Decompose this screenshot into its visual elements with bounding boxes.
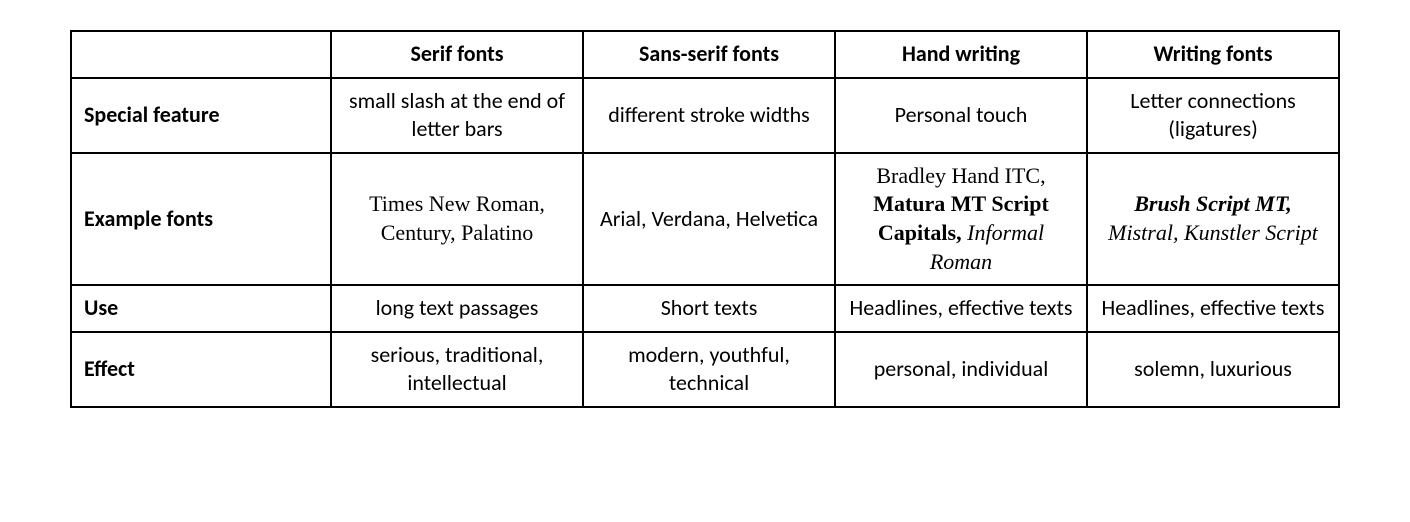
example-font: Mistral: [1108, 220, 1173, 245]
table-corner-cell: [71, 31, 331, 78]
cell-effect-write: solemn, luxurious: [1087, 332, 1339, 407]
cell-use-write: Headlines, effective texts: [1087, 285, 1339, 332]
example-font: Verdana: [651, 205, 725, 232]
example-font: Arial: [600, 205, 641, 232]
example-font: Palatino: [461, 220, 533, 245]
table-row: Special feature small slash at the end o…: [71, 78, 1339, 153]
table-row: Effect serious, traditional, intellectua…: [71, 332, 1339, 407]
document-page: Serif fonts Sans-serif fonts Hand writin…: [0, 0, 1410, 522]
cell-special-hand: Personal touch: [835, 78, 1087, 153]
cell-use-sans: Short texts: [583, 285, 835, 332]
col-header-serif: Serif fonts: [331, 31, 583, 78]
row-label-special-feature: Special feature: [71, 78, 331, 153]
cell-use-hand: Headlines, effective texts: [835, 285, 1087, 332]
example-font: Bradley Hand ITC: [876, 163, 1040, 188]
cell-examples-hand: Bradley Hand ITC Matura MT Script Capita…: [835, 153, 1087, 285]
example-font: Century: [381, 220, 450, 245]
cell-special-write: Letter connections (ligatures): [1087, 78, 1339, 153]
cell-special-sans: different stroke widths: [583, 78, 835, 153]
row-label-effect: Effect: [71, 332, 331, 407]
cell-examples-serif: Times New Roman Century Palatino: [331, 153, 583, 285]
example-font: Times New Roman: [369, 191, 539, 216]
cell-effect-hand: personal, individual: [835, 332, 1087, 407]
table-row: Example fonts Times New Roman Century Pa…: [71, 153, 1339, 285]
cell-examples-write: Brush Script MT Mistral Kunstler Script: [1087, 153, 1339, 285]
cell-effect-serif: serious, traditional, intellectual: [331, 332, 583, 407]
table-row: Use long text passages Short texts Headl…: [71, 285, 1339, 332]
font-comparison-table: Serif fonts Sans-serif fonts Hand writin…: [70, 30, 1340, 408]
cell-examples-sans: Arial Verdana Helvetica: [583, 153, 835, 285]
col-header-writing: Writing fonts: [1087, 31, 1339, 78]
row-label-use: Use: [71, 285, 331, 332]
example-font: Brush Script MT: [1134, 191, 1286, 216]
example-font: Helvetica: [736, 205, 818, 232]
col-header-sans-serif: Sans-serif fonts: [583, 31, 835, 78]
table-header-row: Serif fonts Sans-serif fonts Hand writin…: [71, 31, 1339, 78]
cell-special-serif: small slash at the end of letter bars: [331, 78, 583, 153]
example-font: Kunstler Script: [1184, 220, 1318, 245]
cell-effect-sans: modern, youthful, technical: [583, 332, 835, 407]
cell-use-serif: long text passages: [331, 285, 583, 332]
col-header-handwriting: Hand writing: [835, 31, 1087, 78]
row-label-example-fonts: Example fonts: [71, 153, 331, 285]
